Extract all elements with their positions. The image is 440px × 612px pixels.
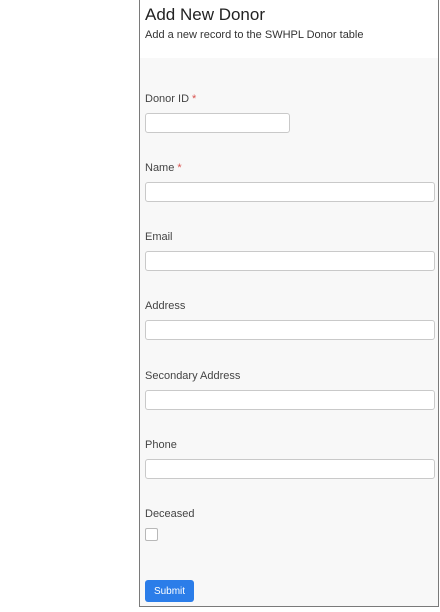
donor-id-label: Donor ID *: [145, 93, 196, 105]
phone-label: Phone: [145, 439, 177, 451]
email-label: Email: [145, 231, 173, 243]
address-label: Address: [145, 300, 186, 312]
name-label-text: Name: [145, 162, 175, 174]
page-title: Add New Donor: [145, 5, 266, 24]
phone-input[interactable]: [145, 459, 435, 479]
deceased-checkbox[interactable]: [145, 528, 158, 541]
donor-id-label-text: Donor ID: [145, 93, 190, 105]
email-input[interactable]: [145, 251, 435, 271]
secondary-address-input[interactable]: [145, 390, 435, 410]
deceased-label: Deceased: [145, 508, 195, 520]
form-header: Add New Donor Add a new record to the SW…: [140, 0, 438, 58]
name-label: Name *: [145, 162, 182, 174]
name-input[interactable]: [145, 182, 435, 202]
required-marker: *: [177, 162, 182, 174]
donor-id-input[interactable]: [145, 113, 290, 133]
required-marker: *: [192, 93, 197, 105]
secondary-address-label: Secondary Address: [145, 370, 241, 382]
form-panel: Add New Donor Add a new record to the SW…: [139, 0, 439, 607]
address-input[interactable]: [145, 320, 435, 340]
submit-button[interactable]: Submit: [145, 580, 194, 602]
page-subtitle: Add a new record to the SWHPL Donor tabl…: [145, 29, 364, 41]
